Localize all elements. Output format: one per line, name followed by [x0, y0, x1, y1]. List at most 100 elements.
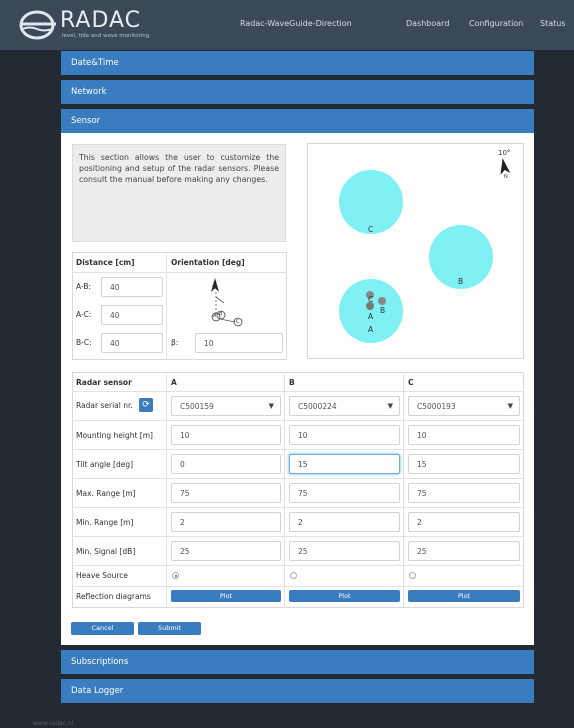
- distance-ac-label: A-C:: [76, 310, 92, 319]
- heave-radio-b[interactable]: [290, 572, 297, 579]
- brand-tagline: level, tide and wave monitoring: [62, 33, 150, 39]
- distance-bc-label: B-C:: [76, 338, 92, 347]
- serial-select-a[interactable]: C500159 ▼: [171, 396, 281, 416]
- section-network[interactable]: Network: [61, 80, 534, 104]
- divider: [72, 391, 524, 392]
- heave-radio-c[interactable]: [409, 572, 416, 579]
- mounting-input-c[interactable]: 10: [408, 425, 520, 445]
- radar-layout-plot: 10° N C B C B A A: [307, 143, 524, 359]
- radac-logo-icon: [19, 10, 56, 40]
- sensor-intro-text: This section allows the user to customiz…: [72, 144, 286, 242]
- col-header-a: A: [171, 378, 177, 387]
- top-navbar: RADAC level, tide and wave monitoring Ra…: [0, 0, 574, 50]
- submit-button[interactable]: Submit: [138, 622, 201, 635]
- min-signal-input-b[interactable]: 25: [289, 541, 400, 561]
- min-signal-input-a[interactable]: 25: [171, 541, 281, 561]
- min-range-input-c[interactable]: 2: [408, 512, 520, 532]
- row-label-max-range: Max. Range [m]: [76, 489, 136, 498]
- section-datetime[interactable]: Date&Time: [61, 51, 534, 75]
- radar-b-dot: [378, 297, 386, 305]
- max-range-input-a[interactable]: 75: [171, 483, 281, 503]
- orientation-header: Orientation [deg]: [171, 258, 245, 267]
- refresh-icon: ⟳: [142, 400, 150, 410]
- plot-label-b-small: B: [380, 306, 386, 315]
- plot-label-a: A: [368, 325, 374, 334]
- distance-ab-label: A-B:: [76, 282, 92, 291]
- min-range-input-a[interactable]: 2: [171, 512, 281, 532]
- plot-north-label: N: [504, 174, 508, 180]
- serial-select-b[interactable]: C5000224 ▼: [289, 396, 400, 416]
- row-label-tilt: Tilt angle [deg]: [76, 460, 134, 469]
- divider: [72, 536, 524, 537]
- nav-configuration[interactable]: Configuration: [469, 19, 523, 28]
- plot-button-c[interactable]: Plot: [408, 590, 520, 602]
- tilt-input-c[interactable]: 15: [408, 454, 520, 474]
- nav-dashboard[interactable]: Dashboard: [406, 19, 449, 28]
- orientation-a-label: A: [213, 313, 217, 319]
- serial-value-c: C5000193: [417, 402, 456, 411]
- row-label-heave: Heave Source: [76, 571, 129, 580]
- footer-link[interactable]: www.radac.nl: [33, 720, 73, 727]
- divider: [72, 565, 524, 566]
- tilt-input-a[interactable]: 0: [171, 454, 281, 474]
- heave-radio-a[interactable]: [172, 572, 179, 579]
- distance-ab-input[interactable]: 40: [101, 277, 163, 297]
- row-label-serial: Radar serial nr.: [76, 401, 133, 410]
- serial-select-c[interactable]: C5000193 ▼: [408, 396, 520, 416]
- plot-button-b[interactable]: Plot: [289, 590, 400, 602]
- divider: [72, 272, 287, 273]
- divider: [166, 252, 167, 360]
- cancel-button[interactable]: Cancel: [71, 622, 134, 635]
- orientation-c-label: C: [236, 319, 240, 325]
- refresh-serials-button[interactable]: ⟳: [139, 398, 153, 412]
- section-data-logger[interactable]: Data Logger: [61, 679, 534, 703]
- orientation-beta-label: β:: [171, 338, 179, 347]
- distance-ac-input[interactable]: 40: [101, 305, 163, 325]
- divider: [72, 449, 524, 450]
- divider: [284, 372, 285, 608]
- row-label-reflection: Reflection diagrams: [76, 592, 151, 601]
- max-range-input-b[interactable]: 75: [289, 483, 400, 503]
- north-arrow-icon: [500, 158, 511, 175]
- dropdown-caret-icon: ▼: [507, 402, 513, 410]
- nav-status[interactable]: Status: [540, 19, 566, 28]
- section-sensor[interactable]: Sensor: [61, 109, 534, 133]
- section-subscriptions[interactable]: Subscriptions: [61, 650, 534, 674]
- col-header-radar: Radar sensor: [76, 378, 132, 387]
- app-title: Radac-WaveGuide-Direction: [240, 19, 352, 28]
- min-range-input-b[interactable]: 2: [289, 512, 400, 532]
- serial-value-a: C500159: [180, 402, 214, 411]
- col-header-c: C: [408, 378, 414, 387]
- divider: [72, 478, 524, 479]
- orientation-north-label: N: [212, 285, 216, 291]
- serial-value-b: C5000224: [298, 402, 337, 411]
- orientation-beta-input[interactable]: 10: [195, 333, 283, 353]
- row-label-mounting: Mounting height [m]: [76, 431, 153, 440]
- mounting-input-b[interactable]: 10: [289, 425, 400, 445]
- plot-button-a[interactable]: Plot: [171, 590, 281, 602]
- divider: [166, 372, 167, 608]
- divider: [403, 372, 404, 608]
- plot-label-a-small: A: [368, 312, 374, 321]
- col-header-b: B: [289, 378, 295, 387]
- plot-angle-label: 10°: [498, 149, 511, 157]
- min-signal-input-c[interactable]: 25: [408, 541, 520, 561]
- plot-label-b: B: [458, 277, 464, 286]
- orientation-diagram-icon: [211, 278, 243, 327]
- dropdown-caret-icon: ▼: [387, 402, 393, 410]
- dropdown-caret-icon: ▼: [268, 402, 274, 410]
- orientation-b-label: B: [219, 311, 223, 317]
- distance-bc-input[interactable]: 40: [101, 333, 163, 353]
- divider: [72, 586, 524, 587]
- tilt-input-b[interactable]: 15: [289, 454, 400, 474]
- mounting-input-a[interactable]: 10: [171, 425, 281, 445]
- plot-label-c: C: [368, 225, 374, 234]
- row-label-min-signal: Min. Signal [dB]: [76, 547, 136, 556]
- distance-header: Distance [cm]: [76, 258, 135, 267]
- row-label-min-range: Min. Range [m]: [76, 518, 134, 527]
- plot-label-c-small: C: [368, 295, 374, 304]
- brand-name: RADAC: [60, 8, 142, 33]
- divider: [72, 507, 524, 508]
- divider: [72, 420, 524, 421]
- max-range-input-c[interactable]: 75: [408, 483, 520, 503]
